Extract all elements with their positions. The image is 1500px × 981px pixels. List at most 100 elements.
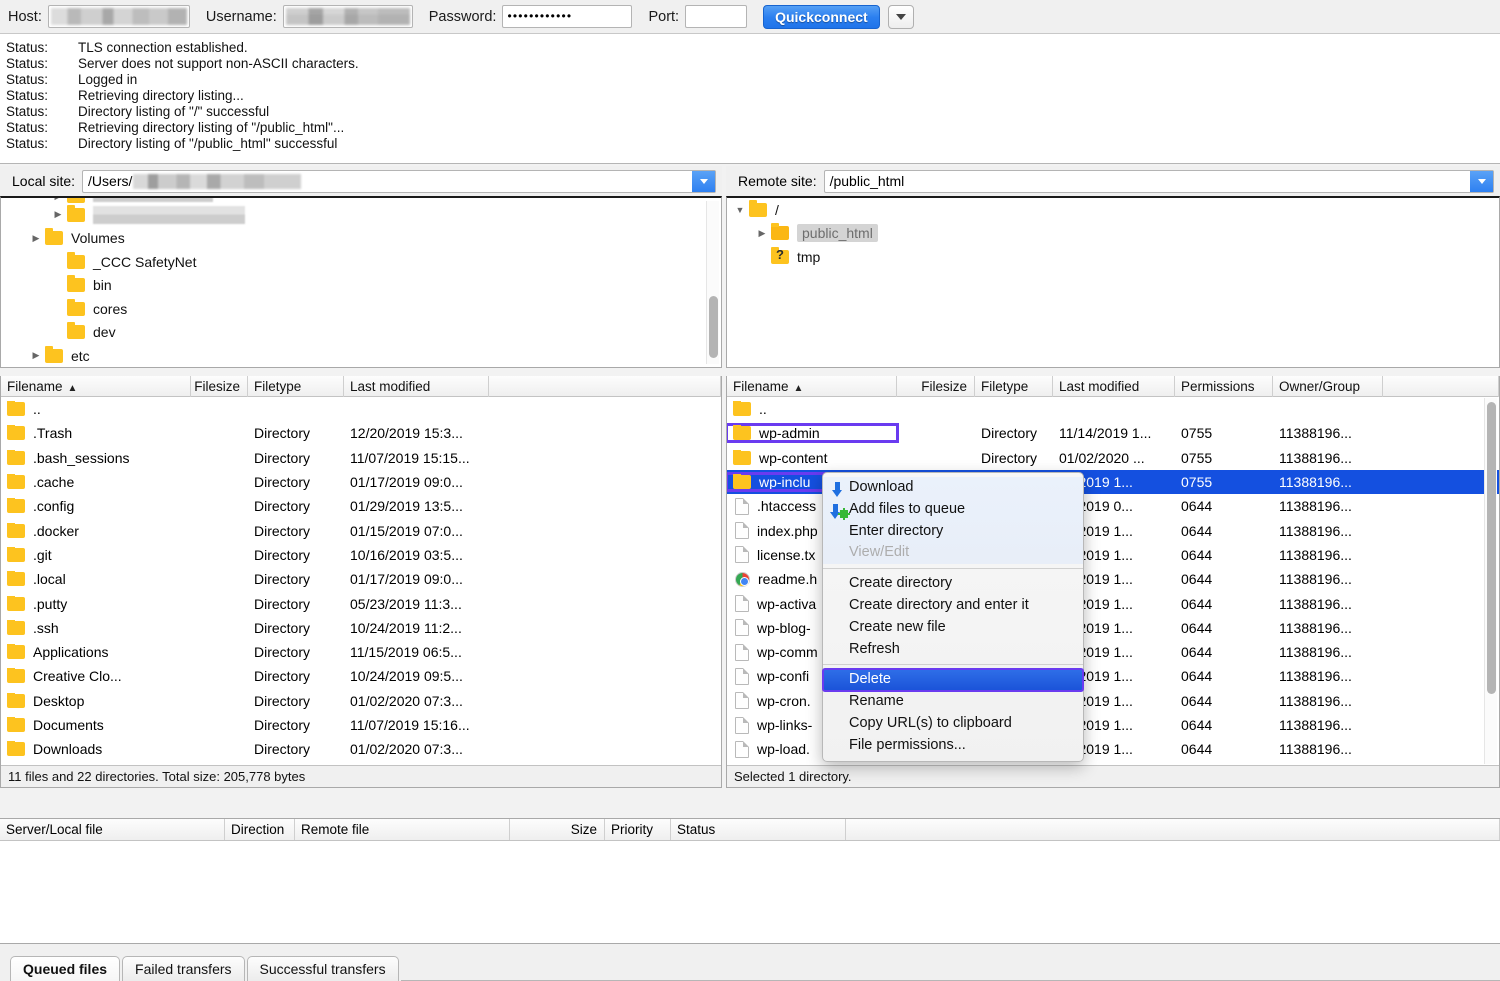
menu-item-create-directory-and-enter-it[interactable]: Create directory and enter it — [823, 595, 1083, 617]
table-row[interactable]: .puttyDirectory05/23/2019 11:3... — [1, 591, 721, 615]
local-col-filesize[interactable]: Filesize — [191, 376, 248, 397]
menu-item-create-new-file[interactable]: Create new file — [823, 617, 1083, 639]
table-row[interactable]: .. — [1, 397, 721, 421]
queue-col-serverlocalfile[interactable]: Server/Local file — [0, 819, 225, 840]
table-row[interactable]: DownloadsDirectory01/02/2020 07:3... — [1, 737, 721, 761]
remote-col-filename[interactable]: Filename▲ — [727, 376, 897, 397]
menu-item-add-files-to-queue[interactable]: Add files to queue — [823, 499, 1083, 521]
log-row-key: Status: — [0, 136, 78, 152]
table-row[interactable]: wp-contentDirectory01/02/2020 ...0755113… — [727, 446, 1499, 470]
username-input[interactable] — [283, 5, 413, 28]
menu-item-refresh[interactable]: Refresh — [823, 639, 1083, 661]
remote-col-ownergroup[interactable]: Owner/Group — [1273, 376, 1383, 397]
tree-item[interactable]: cores — [1, 297, 721, 321]
status-log[interactable]: Status:TLS connection established.Status… — [0, 34, 1500, 164]
tab-queued-files[interactable]: Queued files — [10, 956, 120, 981]
menu-item-download[interactable]: Download — [823, 477, 1083, 499]
remote-col-lastmodified[interactable]: Last modified — [1053, 376, 1175, 397]
tree-item[interactable]: dev — [1, 321, 721, 345]
chevron-down-icon[interactable] — [731, 205, 749, 215]
local-site-input[interactable]: /Users/ — [82, 170, 716, 193]
table-row[interactable]: wp-adminDirectory11/14/2019 1...07551138… — [727, 421, 1499, 445]
menu-item-file-permissions[interactable]: File permissions... — [823, 735, 1083, 757]
tree-item[interactable]: / — [727, 198, 1499, 222]
table-row[interactable]: .gitDirectory10/16/2019 03:5... — [1, 543, 721, 567]
cell-perm: 0644 — [1175, 644, 1273, 660]
queue-col-priority[interactable]: Priority — [605, 819, 671, 840]
menu-item-label: Create new file — [849, 619, 946, 635]
transfer-queue-header[interactable]: Server/Local file Direction Remote file … — [0, 818, 1500, 841]
cell-modified: 11/07/2019 15:16... — [344, 717, 489, 733]
local-tree-scroll-thumb[interactable] — [709, 296, 718, 358]
filename-text: wp-inclu — [759, 474, 810, 490]
table-row[interactable]: ApplicationsDirectory11/15/2019 06:5... — [1, 640, 721, 664]
local-file-list[interactable]: Filename▲ Filesize Filetype Last modifie… — [0, 376, 722, 788]
local-col-filetype[interactable]: Filetype — [248, 376, 344, 397]
table-row[interactable]: .configDirectory01/29/2019 13:5... — [1, 494, 721, 518]
table-row[interactable]: .sshDirectory10/24/2019 11:2... — [1, 616, 721, 640]
menu-item-enter-directory[interactable]: Enter directory — [823, 521, 1083, 543]
remote-site-dropdown-icon[interactable] — [1470, 171, 1493, 192]
cell-filename: .putty — [1, 596, 191, 612]
tree-item[interactable] — [1, 196, 721, 203]
remote-file-context-menu[interactable]: DownloadAdd files to queueEnter director… — [822, 472, 1084, 762]
local-column-header[interactable]: Filename▲ Filesize Filetype Last modifie… — [1, 376, 721, 397]
remote-col-filesize[interactable]: Filesize — [897, 376, 975, 397]
tree-item[interactable] — [1, 203, 721, 227]
local-col-filename[interactable]: Filename▲ — [1, 376, 191, 397]
tree-item[interactable]: Volumes — [1, 227, 721, 251]
table-row[interactable]: .cacheDirectory01/17/2019 09:0... — [1, 470, 721, 494]
tree-item[interactable]: public_html — [727, 222, 1499, 246]
table-row[interactable]: .TrashDirectory12/20/2019 15:3... — [1, 421, 721, 445]
port-input[interactable] — [685, 5, 747, 28]
remote-directory-tree[interactable]: /public_htmltmp — [726, 196, 1500, 368]
cell-perm: 0644 — [1175, 596, 1273, 612]
table-row[interactable]: .. — [727, 397, 1499, 421]
remote-list-scrollbar[interactable] — [1484, 398, 1497, 764]
remote-site-input[interactable]: /public_html — [824, 170, 1494, 193]
chevron-right-icon[interactable] — [49, 196, 67, 202]
table-row[interactable]: .dockerDirectory01/15/2019 07:0... — [1, 518, 721, 542]
host-input[interactable] — [48, 5, 190, 28]
table-row[interactable]: .localDirectory01/17/2019 09:0... — [1, 567, 721, 591]
chevron-right-icon[interactable] — [753, 228, 771, 239]
tree-item[interactable]: tmp — [727, 245, 1499, 269]
queue-col-direction[interactable]: Direction — [225, 819, 295, 840]
tree-item[interactable]: etc — [1, 344, 721, 368]
log-row-message: Logged in — [78, 72, 137, 88]
chevron-right-icon[interactable] — [27, 233, 45, 244]
transfer-queue-body[interactable] — [0, 841, 1500, 944]
quickconnect-history-button[interactable] — [888, 5, 914, 29]
tree-item[interactable]: _CCC SafetyNet — [1, 250, 721, 274]
remote-site-label: Remote site: — [726, 173, 824, 189]
local-directory-tree[interactable]: Volumes_CCC SafetyNetbincoresdevetc — [0, 196, 722, 368]
table-row[interactable]: DesktopDirectory01/02/2020 07:3... — [1, 689, 721, 713]
local-col-lastmodified[interactable]: Last modified — [344, 376, 489, 397]
remote-col-filetype[interactable]: Filetype — [975, 376, 1053, 397]
table-row[interactable]: DocumentsDirectory11/07/2019 15:16... — [1, 713, 721, 737]
menu-item-copy-url-s-to-clipboard[interactable]: Copy URL(s) to clipboard — [823, 713, 1083, 735]
cell-modified: 05/23/2019 11:3... — [344, 596, 489, 612]
tab-successful-transfers[interactable]: Successful transfers — [247, 956, 399, 981]
remote-list-scroll-thumb[interactable] — [1487, 402, 1496, 694]
menu-item-rename[interactable]: Rename — [823, 691, 1083, 713]
quickconnect-button[interactable]: Quickconnect — [763, 5, 880, 29]
queue-col-status[interactable]: Status — [671, 819, 846, 840]
password-input[interactable]: •••••••••••• — [502, 5, 632, 28]
queue-col-remotefile[interactable]: Remote file — [295, 819, 510, 840]
remote-column-header[interactable]: Filename▲ Filesize Filetype Last modifie… — [727, 376, 1499, 397]
menu-item-create-directory[interactable]: Create directory — [823, 573, 1083, 595]
tab-failed-transfers[interactable]: Failed transfers — [122, 956, 244, 981]
tree-item[interactable]: bin — [1, 274, 721, 298]
chevron-right-icon[interactable] — [49, 209, 67, 220]
menu-item-delete[interactable]: Delete — [823, 669, 1083, 691]
table-row[interactable]: .bash_sessionsDirectory11/07/2019 15:15.… — [1, 446, 721, 470]
queue-col-size[interactable]: Size — [510, 819, 605, 840]
chevron-right-icon[interactable] — [27, 350, 45, 361]
local-site-dropdown-icon[interactable] — [692, 171, 715, 192]
table-row[interactable]: Creative Clo...Directory10/24/2019 09:5.… — [1, 664, 721, 688]
cell-type: Directory — [248, 741, 344, 757]
remote-col-permissions[interactable]: Permissions — [1175, 376, 1273, 397]
local-tree-scrollbar[interactable] — [706, 201, 719, 364]
add-to-queue-icon — [831, 502, 845, 518]
